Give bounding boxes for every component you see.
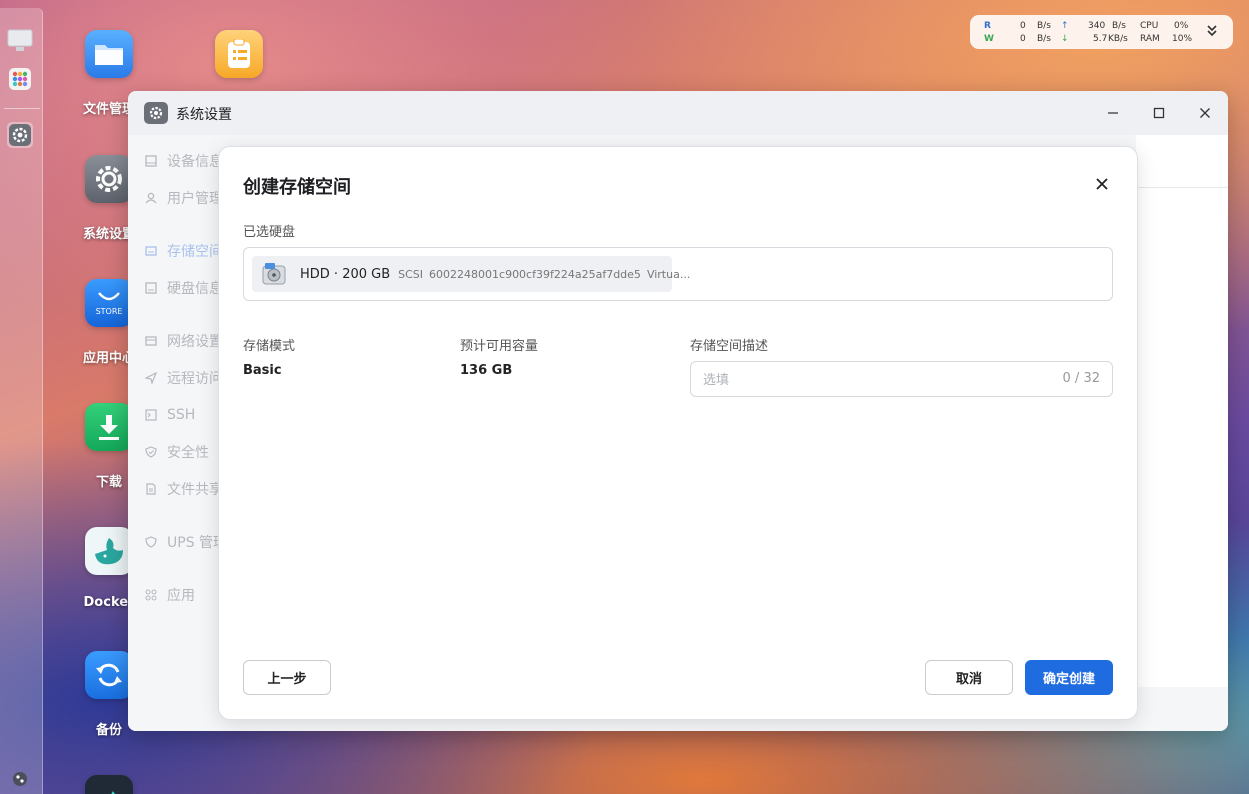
sidebar-item-label: 安全性 — [167, 445, 209, 461]
disk-bus: SCSI — [398, 267, 424, 281]
description-field[interactable]: 0 / 32 — [690, 361, 1113, 397]
cancel-button[interactable]: 取消 — [925, 660, 1013, 695]
sidebar-item-remote-access[interactable]: 远程访问 — [144, 368, 223, 388]
terminal-icon — [144, 408, 158, 422]
upload-rate: 340 — [1088, 21, 1106, 31]
read-unit: B/s — [1037, 21, 1051, 31]
sidebar-item-label: SSH — [167, 407, 196, 423]
capacity-value: 136 GB — [460, 363, 513, 378]
sidebar-item-label: 用户管理 — [167, 191, 223, 207]
disk-model: Virtua... — [646, 267, 691, 281]
download-rate: 5.7 — [1093, 34, 1108, 44]
confirm-create-button[interactable]: 确定创建 — [1025, 660, 1113, 695]
minimize-button[interactable] — [1101, 101, 1125, 125]
device-icon — [144, 154, 158, 168]
sidebar-item-file-sharing[interactable]: 文件共享 — [144, 479, 223, 499]
window-title: 系统设置 — [176, 107, 232, 123]
settings-app-icon — [144, 102, 168, 124]
sidebar-item-label: 设备信息 — [167, 154, 223, 170]
network-icon — [144, 334, 158, 348]
description-input[interactable] — [703, 370, 1043, 390]
description-label: 存储空间描述 — [690, 339, 769, 354]
sidebar-item-ups[interactable]: UPS 管理 — [144, 532, 227, 552]
sidebar-item-label: 存储空间 — [167, 244, 223, 260]
settings-dock-icon[interactable] — [7, 122, 33, 148]
sidebar-item-label: 硬盘信息 — [167, 281, 223, 297]
cpu-value: 0% — [1174, 21, 1189, 31]
upload-arrow-icon: ↑ — [1061, 21, 1069, 31]
selected-disks-box: HDD · 200 GB SCSI 6002248001c900cf39f224… — [243, 247, 1113, 301]
shield-icon — [144, 445, 158, 459]
gear-icon — [85, 155, 133, 203]
apps-icon — [144, 588, 158, 602]
sidebar-item-security[interactable]: 安全性 — [144, 442, 209, 462]
sidebar-item-storage[interactable]: 存储空间 — [144, 241, 223, 261]
previous-step-button[interactable]: 上一步 — [243, 660, 331, 695]
dock-bottom-icon[interactable] — [7, 766, 33, 792]
sidebar-item-label: 远程访问 — [167, 371, 223, 387]
upload-unit: B/s — [1112, 21, 1126, 31]
disk-serial: 6002248001c900cf39f224a25af7dde5 — [429, 267, 641, 281]
desktop-icon-notes[interactable] — [189, 30, 289, 78]
sidebar-item-apps[interactable]: 应用 — [144, 585, 195, 605]
capacity-label: 预计可用容量 — [460, 339, 539, 354]
write-unit: B/s — [1037, 34, 1051, 44]
hard-drive-icon — [262, 263, 286, 285]
docker-whale-icon — [85, 527, 133, 575]
storage-icon — [144, 244, 158, 258]
description-char-count: 0 / 32 — [1062, 371, 1100, 386]
ups-shield-icon — [144, 535, 158, 549]
app-grid-icon[interactable] — [7, 66, 33, 92]
read-label: R — [984, 21, 991, 31]
desktop-monitor-icon[interactable] — [7, 28, 33, 54]
disk-chip[interactable]: HDD · 200 GB SCSI 6002248001c900cf39f224… — [252, 256, 690, 292]
storage-mode-value: Basic — [243, 363, 282, 378]
selected-disks-label: 已选硬盘 — [243, 225, 296, 240]
chevron-down-icon[interactable] — [1206, 24, 1218, 42]
ram-value: 10% — [1172, 34, 1193, 44]
folder-icon — [85, 30, 133, 78]
clipboard-icon — [215, 30, 263, 78]
dialog-close-button[interactable] — [1089, 171, 1115, 197]
write-rate: 0 — [1020, 34, 1026, 44]
window-close-button[interactable] — [1193, 101, 1217, 125]
download-icon — [85, 403, 133, 451]
ram-label: RAM — [1140, 34, 1160, 44]
dock-separator — [4, 108, 40, 109]
user-icon — [144, 191, 158, 205]
system-monitor-widget: R 0 B/s ↑ 340 B/s CPU 0% W 0 B/s ↓ 5.7 K… — [970, 15, 1233, 49]
sidebar-item-ssh[interactable]: SSH — [144, 405, 195, 425]
document-icon — [144, 482, 158, 496]
monitor-row-read: R 0 B/s ↑ 340 B/s CPU 0% — [970, 21, 1233, 33]
monitor-row-write: W 0 B/s ↓ 5.7 KB/s RAM 10% — [970, 34, 1233, 46]
storage-mode-label: 存储模式 — [243, 339, 296, 354]
send-icon — [144, 371, 158, 385]
write-label: W — [984, 34, 994, 44]
sidebar-item-network[interactable]: 网络设置 — [144, 331, 223, 351]
cpu-label: CPU — [1140, 21, 1159, 31]
sidebar-item-device-info[interactable]: 设备信息 — [144, 151, 223, 171]
read-rate: 0 — [1020, 21, 1026, 31]
desktop-icon-monitor[interactable] — [59, 775, 159, 794]
store-icon: STORE — [85, 279, 133, 327]
sidebar-item-label: 文件共享 — [167, 482, 223, 498]
sidebar-item-disk-info[interactable]: 硬盘信息 — [144, 278, 223, 298]
content-divider — [1136, 187, 1228, 188]
create-storage-dialog: 创建存储空间 已选硬盘 HDD · 200 GB SCSI 6002248001… — [218, 146, 1138, 720]
disk-icon — [144, 281, 158, 295]
dialog-title: 创建存储空间 — [243, 177, 351, 198]
download-unit: KB/s — [1108, 34, 1128, 44]
sync-icon — [85, 651, 133, 699]
store-text: STORE — [95, 306, 123, 316]
sidebar-item-users[interactable]: 用户管理 — [144, 188, 223, 208]
window-titlebar[interactable]: 系统设置 — [128, 91, 1228, 135]
sidebar-item-label: 网络设置 — [167, 334, 223, 350]
download-arrow-icon: ↓ — [1061, 34, 1069, 44]
left-dock — [0, 8, 43, 794]
disk-name: HDD · 200 GB — [300, 266, 391, 282]
content-panel — [1136, 135, 1228, 687]
sidebar-item-label: 应用 — [167, 588, 195, 604]
activity-monitor-icon — [85, 775, 133, 794]
maximize-button[interactable] — [1147, 101, 1171, 125]
